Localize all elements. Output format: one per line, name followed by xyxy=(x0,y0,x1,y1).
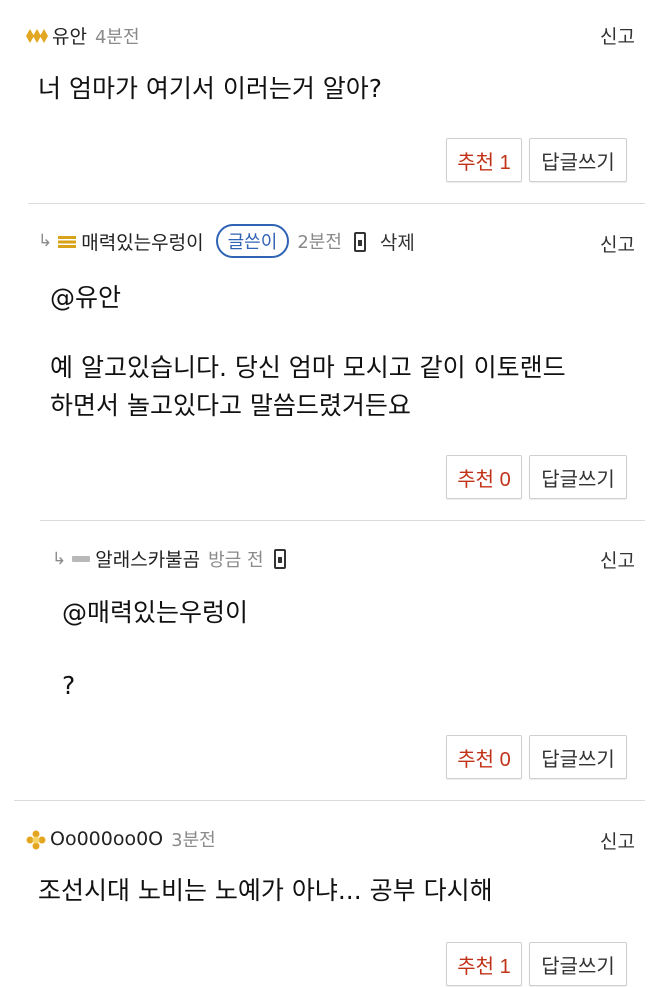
comment-4-nickname[interactable]: Oo000oo0O xyxy=(50,828,163,850)
comment-2-nickname[interactable]: 매력있는우렁이 xyxy=(81,228,203,255)
comment-2-divider xyxy=(40,520,645,521)
reply-arrow-icon: ↳ xyxy=(38,231,53,251)
reply-arrow-icon: ↳ xyxy=(52,548,67,569)
mobile-phone-icon xyxy=(273,548,286,570)
comment-3-nickname[interactable]: 알래스카불곰 xyxy=(95,545,200,572)
gray-bar-level-icon xyxy=(72,548,91,570)
comment-2-time: 2분전 xyxy=(297,232,342,253)
comment-4-text: 조선시대 노비는 노예가 아냐... 공부 다시해 xyxy=(38,876,493,905)
comment-2-reply-button[interactable]: 답글쓰기 xyxy=(529,455,627,499)
comment-4-report-link[interactable]: 신고 xyxy=(600,827,635,854)
comment-2-recommend-button[interactable]: 추천 0 xyxy=(446,455,522,499)
comment-3-recommend-button[interactable]: 추천 0 xyxy=(446,735,522,779)
comment-4-reply-button[interactable]: 답글쓰기 xyxy=(529,942,627,986)
comment-1-reply-button[interactable]: 답글쓰기 xyxy=(529,138,627,182)
comment-1-meta: 유안 4분전 xyxy=(26,22,140,49)
comment-2-mention: @유안 xyxy=(50,283,122,312)
comment-1-time: 4분전 xyxy=(94,26,140,48)
comment-2-delete-link[interactable]: 삭제 xyxy=(380,228,415,255)
comment-1-recommend-button[interactable]: 추천 1 xyxy=(446,138,522,182)
gold-bars-level-icon xyxy=(58,230,77,252)
comment-2-meta: ↳ 매력있는우렁이 글쓴이 2분전 삭제 xyxy=(38,224,415,258)
comment-3-reply-button[interactable]: 답글쓰기 xyxy=(529,735,627,779)
gold-flower-level-icon xyxy=(26,828,46,850)
comment-2-text-line-2: 하면서 놀고있다고 말씀드렸거든요 xyxy=(50,391,411,420)
mobile-phone-icon xyxy=(353,230,366,252)
comment-1-nickname[interactable]: 유안 xyxy=(52,22,87,49)
comment-4-recommend-button[interactable]: 추천 1 xyxy=(446,942,522,986)
gold-diamond-level-icon xyxy=(26,25,48,47)
comment-1-text: 너 엄마가 여기서 이러는거 알아? xyxy=(38,74,383,103)
comment-3-meta: ↳ 알래스카불곰 방금 전 xyxy=(52,545,286,572)
comment-3-time: 방금 전 xyxy=(208,549,264,571)
comment-1-divider xyxy=(28,203,645,204)
comment-4-time: 3분전 xyxy=(171,830,216,851)
comment-3-mention: @매력있는우렁이 xyxy=(62,598,249,627)
comment-1-report-link[interactable]: 신고 xyxy=(600,22,635,49)
comment-4-meta: Oo000oo0O 3분전 xyxy=(26,826,216,852)
comment-3-text: ? xyxy=(62,671,76,700)
author-badge: 글쓴이 xyxy=(215,224,290,258)
comment-2-report-link[interactable]: 신고 xyxy=(600,230,635,257)
comment-3-divider xyxy=(14,800,645,801)
comment-3-report-link[interactable]: 신고 xyxy=(600,546,635,573)
